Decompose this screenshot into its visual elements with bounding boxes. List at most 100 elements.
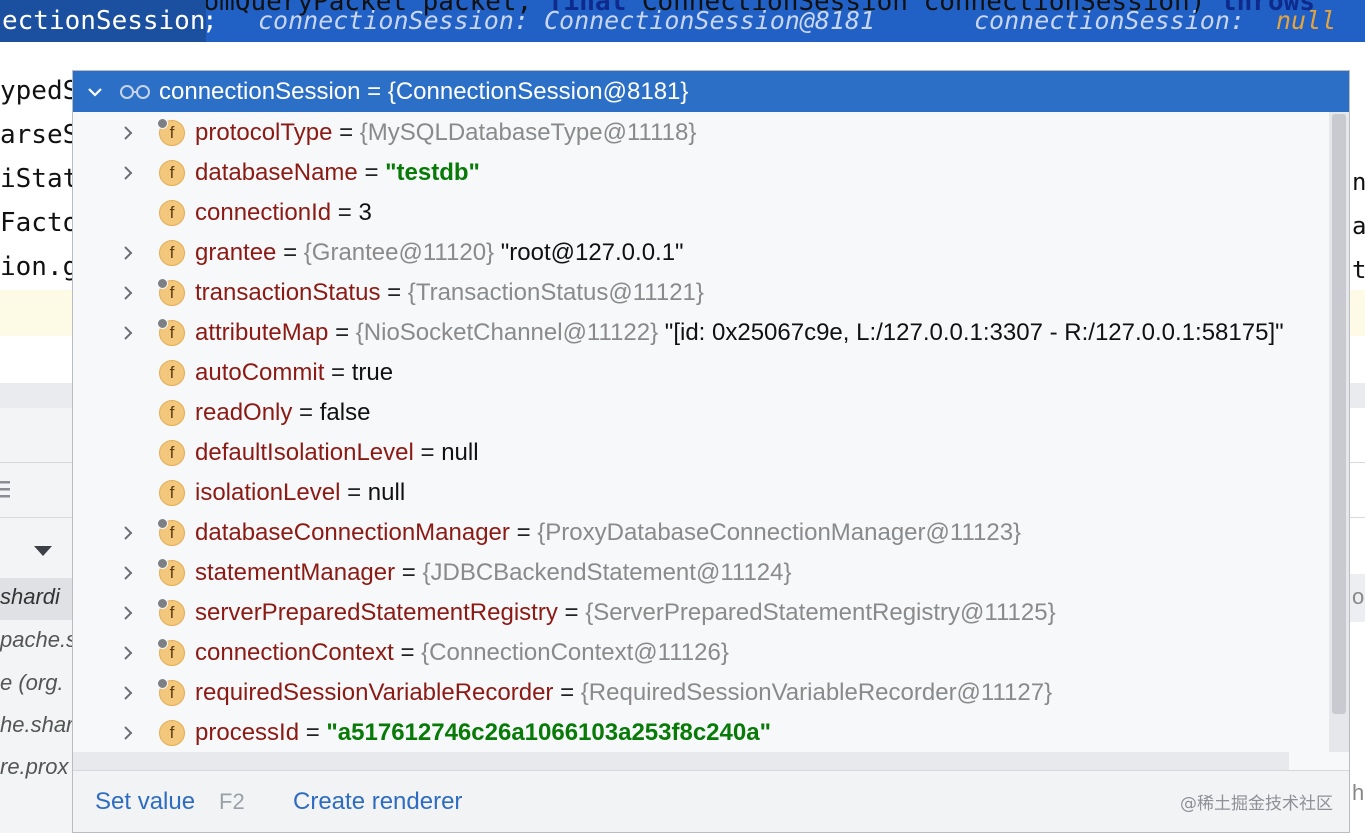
variable-row[interactable]: f defaultIsolationLevel = null (73, 433, 1333, 473)
chevron-right-icon[interactable] (121, 645, 135, 665)
field-name: databaseConnectionManager (195, 519, 510, 546)
selected-expression[interactable]: ectionSession (0, 0, 206, 42)
field-icon-letter: f (169, 403, 175, 422)
field-name: databaseName (195, 159, 358, 186)
object-reference: {TransactionStatus@11121} (407, 279, 704, 306)
field-icon: f (159, 400, 185, 426)
field-icon-letter: f (169, 363, 175, 382)
field-value: true (351, 359, 394, 386)
variable-text: protocolType = {MySQLDatabaseType@11118} (195, 113, 696, 153)
variable-text: attributeMap = {NioSocketChannel@11122} … (195, 313, 1284, 353)
final-field-icon (157, 598, 168, 609)
inline-hint-label: connectionSession: (974, 6, 1245, 35)
menu-icon[interactable] (0, 478, 12, 504)
object-reference: {ConnectionContext@11126} (421, 639, 729, 666)
object-reference: {MySQLDatabaseType@11118} (359, 119, 697, 146)
field-value: "[id: 0x25067c9e, L:/127.0.0.1:3307 - R:… (658, 319, 1284, 346)
field-icon-letter: f (169, 243, 175, 262)
field-icon: f (159, 160, 185, 186)
final-field-icon (157, 278, 168, 289)
field-value: null (441, 439, 479, 466)
chevron-right-icon[interactable] (121, 165, 135, 185)
field-name: requiredSessionVariableRecorder (195, 679, 554, 706)
code-fragment: a (1352, 212, 1365, 240)
equals-sign: = (331, 199, 359, 226)
variable-row[interactable]: f processId = "a517612746c26a1066103a253f… (73, 713, 1333, 753)
code-fragment: t (1352, 256, 1365, 284)
debug-value-popup[interactable]: connectionSession = {ConnectionSession@8… (72, 70, 1350, 833)
chevron-down-icon[interactable] (87, 84, 103, 100)
chevron-right-icon[interactable] (121, 725, 135, 745)
code-fragment: ion.g (0, 252, 79, 282)
code-token: ; (202, 6, 218, 36)
chevron-right-icon[interactable] (121, 685, 135, 705)
field-name: defaultIsolationLevel (195, 439, 414, 466)
variable-row[interactable]: f readOnly = false (73, 393, 1333, 433)
object-reference: {ProxyDatabaseConnectionManager@11123} (537, 519, 1022, 546)
variable-row[interactable]: f databaseConnectionManager = {ProxyDatab… (73, 513, 1333, 553)
set-value-shortcut: F2 (219, 789, 245, 814)
field-name: processId (195, 719, 300, 746)
frame-item[interactable]: re.prox (0, 754, 68, 780)
variable-row[interactable]: f protocolType = {MySQLDatabaseType@11118… (73, 113, 1333, 153)
row-highlight (73, 752, 1289, 770)
variable-text: serverPreparedStatementRegistry = {Serve… (195, 593, 1056, 633)
variable-row[interactable]: f autoCommit = true (73, 353, 1333, 393)
popup-root-node[interactable]: connectionSession = {ConnectionSession@8… (73, 71, 1349, 112)
variable-text: statementManager = {JDBCBackendStatement… (195, 553, 792, 593)
chevron-right-icon[interactable] (121, 125, 135, 145)
chevron-right-icon[interactable] (121, 565, 135, 585)
final-field-icon (157, 558, 168, 569)
variable-row[interactable]: f statementManager = {JDBCBackendStatemen… (73, 553, 1333, 593)
variable-row[interactable]: f requiredSessionVariableRecorder = {Requ… (73, 673, 1333, 713)
variable-row[interactable]: f grantee = {Grantee@11120} "root@127.0.0… (73, 233, 1333, 273)
chevron-right-icon[interactable] (121, 525, 135, 545)
frame-item[interactable]: he.shar (0, 712, 73, 738)
variable-row[interactable]: f attributeMap = {NioSocketChannel@11122}… (73, 313, 1333, 353)
variable-text: autoCommit = true (195, 353, 393, 393)
field-name: autoCommit (195, 359, 325, 386)
chevron-right-icon[interactable] (121, 285, 135, 305)
field-icon: f (159, 240, 185, 266)
watermark: @稀土掘金技术社区 (1180, 794, 1333, 814)
chevron-right-icon[interactable] (121, 245, 135, 265)
scrollbar-thumb[interactable] (1332, 114, 1346, 714)
final-field-icon (157, 678, 168, 689)
frame-item[interactable]: pache.s (0, 627, 77, 653)
equals-sign: = (340, 479, 368, 506)
field-icon: f (159, 440, 185, 466)
field-icon: f (159, 720, 185, 746)
final-field-icon (157, 118, 168, 129)
variable-text: grantee = {Grantee@11120} "root@127.0.0.… (195, 233, 684, 273)
inline-debug-hint: connectionSession: ConnectionSession@818… (258, 6, 876, 35)
frame-item[interactable]: e (org. (0, 670, 64, 696)
field-name: readOnly (195, 399, 293, 426)
field-name: connectionId (195, 199, 332, 226)
variable-row[interactable]: f connectionId = 3 (73, 193, 1333, 233)
frame-item[interactable]: shardi (0, 584, 60, 610)
variable-text: transactionStatus = {TransactionStatus@1… (195, 273, 704, 313)
object-reference: {Grantee@11120} (303, 239, 495, 266)
equals-sign: = (357, 159, 386, 186)
variable-row[interactable]: f databaseName = "testdb" (73, 153, 1333, 193)
equals-sign: = (393, 639, 422, 666)
variable-row[interactable]: f transactionStatus = {TransactionStatus@… (73, 273, 1333, 313)
chevron-down-icon[interactable] (34, 542, 52, 561)
create-renderer-link[interactable]: Create renderer (293, 771, 462, 832)
variable-text: databaseConnectionManager = {ProxyDataba… (195, 513, 1021, 553)
equals-sign: = (553, 679, 581, 706)
watch-glasses-icon (119, 83, 151, 103)
variable-row[interactable]: f isolationLevel = null (73, 473, 1333, 513)
vertical-scrollbar[interactable] (1329, 112, 1349, 752)
object-reference: {ServerPreparedStatementRegistry@11125} (585, 599, 1056, 626)
variable-row[interactable]: f serverPreparedStatementRegistry = {Serv… (73, 593, 1333, 633)
code-fragment: n (1352, 168, 1365, 196)
field-name: attributeMap (195, 319, 329, 346)
variable-row[interactable]: f connectionContext = {ConnectionContext@… (73, 633, 1333, 673)
chevron-right-icon[interactable] (121, 605, 135, 625)
panel-fragment: h (1352, 780, 1365, 805)
set-value-link[interactable]: Set value (95, 771, 195, 832)
chevron-right-icon[interactable] (121, 325, 135, 345)
code-fragment: iStat (0, 164, 79, 194)
current-debug-line[interactable]: ectionSession ; connectionSession: Conne… (0, 0, 1365, 42)
